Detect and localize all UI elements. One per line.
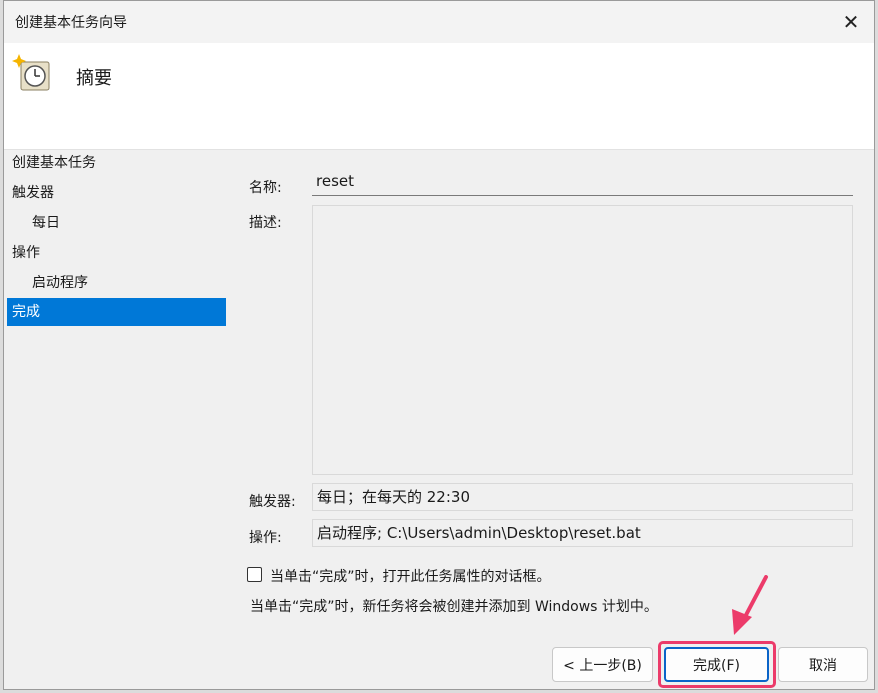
title-bar: 创建基本任务向导 ✕ xyxy=(4,1,874,43)
back-button[interactable]: < 上一步(B) xyxy=(552,647,653,682)
description-field[interactable] xyxy=(312,205,853,475)
annotation-arrow-icon xyxy=(732,575,768,635)
wizard-window: 创建基本任务向导 ✕ 摘要 创建基本任务 触发器 每日 操作 启动程序 完成 名… xyxy=(3,0,875,690)
info-text: 当单击“完成”时，新任务将会被创建并添加到 Windows 计划中。 xyxy=(250,599,658,615)
description-label: 描述: xyxy=(249,215,282,231)
step-trigger[interactable]: 触发器 xyxy=(7,179,226,207)
wizard-steps: 创建基本任务 触发器 每日 操作 启动程序 完成 xyxy=(4,149,230,629)
trigger-field: 每日；在每天的 22:30 xyxy=(312,483,853,511)
open-properties-label[interactable]: 当单击“完成”时，打开此任务属性的对话框。 xyxy=(270,566,551,586)
close-icon: ✕ xyxy=(842,10,860,34)
cancel-button[interactable]: 取消 xyxy=(778,647,868,682)
clock-sparkle-icon xyxy=(12,54,50,91)
action-label: 操作: xyxy=(249,530,282,546)
trigger-label: 触发器: xyxy=(249,494,296,510)
open-properties-checkbox[interactable] xyxy=(247,567,262,582)
step-create-basic-task[interactable]: 创建基本任务 xyxy=(7,149,226,177)
wizard-header: 摘要 xyxy=(4,43,874,149)
step-finish[interactable]: 完成 xyxy=(7,298,226,326)
close-button[interactable]: ✕ xyxy=(828,1,874,43)
name-label: 名称: xyxy=(249,180,282,196)
step-daily[interactable]: 每日 xyxy=(7,209,226,237)
action-field: 启动程序; C:\Users\admin\Desktop\reset.bat xyxy=(312,519,853,547)
page-title: 摘要 xyxy=(76,68,112,89)
name-field[interactable]: reset xyxy=(312,168,853,196)
finish-highlight xyxy=(658,641,776,688)
step-start-program[interactable]: 启动程序 xyxy=(7,269,226,297)
step-action[interactable]: 操作 xyxy=(7,239,226,267)
window-title: 创建基本任务向导 xyxy=(15,15,127,31)
